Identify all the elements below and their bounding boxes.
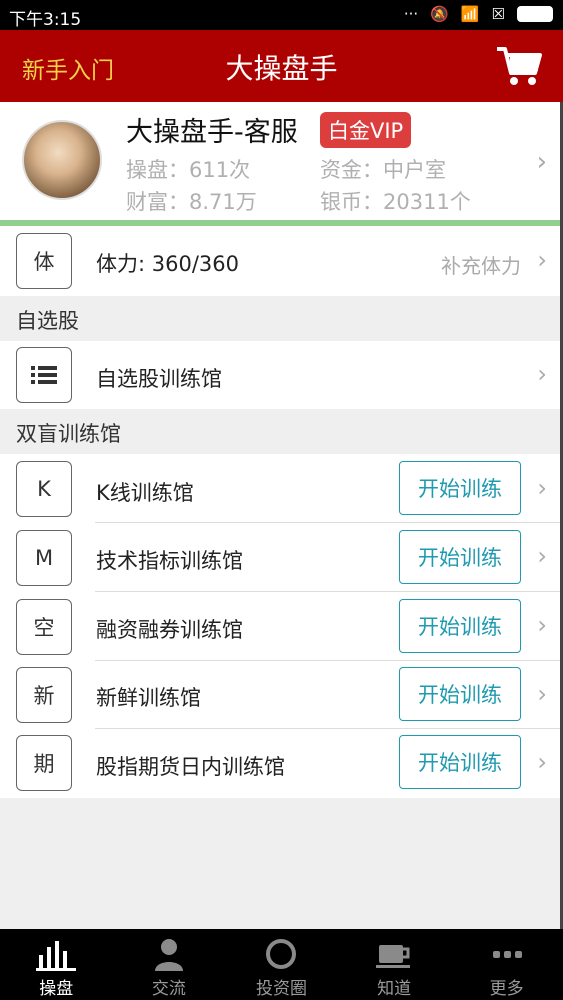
chevron-right-icon: › (537, 360, 547, 388)
more-dots-icon (492, 951, 522, 958)
chevron-right-icon: › (537, 748, 547, 776)
wealth-value: 财富：8.71万 (126, 190, 257, 214)
tab-chat[interactable]: 交流 (113, 929, 226, 1000)
status-time: 下午3:15 (9, 10, 82, 30)
training-badge-short: 空 (16, 599, 72, 655)
divider (95, 728, 563, 729)
page-title: 大操盘手 (225, 52, 338, 85)
training-label: 技术指标训练馆 (96, 549, 243, 573)
stamina-icon: 体 (16, 233, 72, 289)
app-header: 新手入门 大操盘手 (0, 30, 563, 102)
vip-badge: 白金VIP (320, 112, 412, 148)
training-badge-new: 新 (16, 667, 72, 723)
tab-label: 更多 (489, 979, 524, 999)
chevron-right-icon: › (537, 474, 547, 502)
stamina-label: 体力: 360/360 (96, 252, 239, 276)
refill-stamina-link[interactable]: 补充体力 (441, 250, 521, 279)
training-list: K K线训练馆 开始训练 › M 技术指标训练馆 开始训练 › 空 融资融券训练… (0, 454, 563, 798)
avatar[interactable] (22, 120, 102, 200)
tab-trading[interactable]: 操盘 (0, 929, 113, 1000)
shopping-cart-icon[interactable] (495, 45, 543, 87)
tab-label: 知道 (377, 979, 412, 999)
chevron-right-icon: › (537, 542, 547, 570)
training-badge-m: M (16, 530, 72, 586)
training-badge-futures: 期 (16, 735, 72, 791)
profile-name: 大操盘手-客服 (126, 117, 298, 148)
training-label: 融资融券训练馆 (96, 618, 243, 642)
wifi-icon: 📶 (460, 5, 480, 23)
section-header-watchlist: 自选股 (0, 296, 563, 341)
divider (95, 522, 563, 523)
mute-icon: 🔕 (430, 5, 449, 23)
bar-chart-icon (36, 941, 77, 971)
trade-count: 操盘：611次 (126, 158, 251, 182)
chevron-right-icon: › (537, 246, 547, 274)
tab-knowledge[interactable]: 知道 (338, 929, 451, 1000)
training-label: K线训练馆 (96, 481, 194, 505)
watchlist-row[interactable]: 自选股训练馆 › (0, 341, 563, 409)
chevron-right-icon: › (537, 680, 547, 708)
start-training-button[interactable]: 开始训练 (399, 599, 521, 653)
tab-label: 投资圈 (255, 979, 307, 999)
start-training-button[interactable]: 开始训练 (399, 461, 521, 515)
funds-level: 资金：中户室 (320, 158, 446, 182)
person-icon (154, 939, 183, 971)
bottom-tab-bar: 操盘 交流 投资圈 知道 更多 (0, 929, 563, 1000)
status-icons: ··· 🔕 📶 ☒ (404, 5, 553, 23)
sim-icon: ☒ (491, 5, 505, 23)
dots-icon: ··· (403, 5, 419, 23)
training-label: 新鲜训练馆 (96, 686, 201, 710)
battery-icon (517, 6, 553, 22)
section-header-double-blind: 双盲训练馆 (0, 409, 563, 454)
start-training-button[interactable]: 开始训练 (399, 735, 521, 789)
training-label: 股指期货日内训练馆 (96, 755, 285, 779)
start-training-button[interactable]: 开始训练 (399, 530, 521, 584)
list-icon (16, 347, 72, 403)
divider (95, 591, 563, 592)
tab-label: 操盘 (39, 979, 74, 999)
circle-icon (266, 939, 297, 969)
chevron-right-icon: › (536, 147, 547, 177)
divider (95, 660, 563, 661)
tab-circle[interactable]: 投资圈 (225, 929, 338, 1000)
section-title: 自选股 (16, 309, 79, 333)
silver-coins: 银币：20311个 (320, 190, 471, 214)
tab-label: 交流 (151, 979, 186, 999)
section-title: 双盲训练馆 (16, 422, 121, 446)
training-badge-k: K (16, 461, 72, 517)
cup-icon (376, 945, 411, 968)
stamina-row[interactable]: 体 体力: 360/360 补充体力 › (0, 226, 563, 296)
start-training-button[interactable]: 开始训练 (399, 667, 521, 721)
chevron-right-icon: › (537, 611, 547, 639)
watchlist-label: 自选股训练馆 (96, 367, 222, 391)
profile-card[interactable]: 大操盘手-客服 白金VIP 操盘：611次 资金：中户室 财富：8.71万 银币… (0, 102, 563, 220)
status-bar: 下午3:15 ··· 🔕 📶 ☒ (0, 0, 563, 30)
tab-more[interactable]: 更多 (450, 929, 563, 1000)
